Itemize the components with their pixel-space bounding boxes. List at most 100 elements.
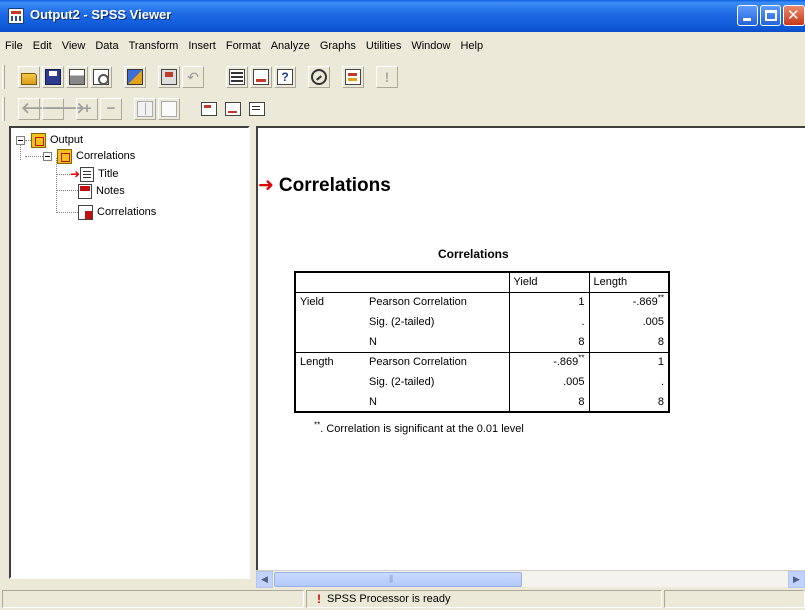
goto-data-button[interactable] bbox=[226, 66, 248, 88]
tree-collapse-correlations[interactable] bbox=[43, 152, 52, 161]
print-button[interactable] bbox=[66, 66, 88, 88]
table-footnote: **. Correlation is significant at the 0.… bbox=[314, 421, 524, 435]
collapse-button[interactable]: − bbox=[100, 98, 122, 120]
menu-format[interactable]: Format bbox=[221, 36, 266, 56]
title-bar[interactable]: Output2 - SPSS Viewer ✕ bbox=[0, 0, 805, 32]
table-row: Sig. (2-tailed) .005 . bbox=[295, 372, 669, 392]
minimize-icon bbox=[743, 18, 751, 21]
promote-icon: 🡐 bbox=[21, 100, 62, 117]
outline-pane[interactable]: Output Correlations ➜ Title Notes Correl… bbox=[9, 126, 250, 579]
standard-toolbar: ↶ ? ! bbox=[0, 62, 805, 92]
tree-label: Title bbox=[98, 168, 119, 180]
insert-heading-button[interactable] bbox=[198, 98, 220, 120]
variables-button[interactable] bbox=[250, 66, 272, 88]
viewer-content: Output Correlations ➜ Title Notes Correl… bbox=[6, 125, 805, 588]
dialog-recall-icon bbox=[161, 69, 177, 85]
menu-graphs[interactable]: Graphs bbox=[315, 36, 361, 56]
print-icon bbox=[69, 69, 85, 85]
insert-title-button[interactable] bbox=[222, 98, 244, 120]
title-icon bbox=[80, 166, 95, 182]
row-variable: Yield bbox=[300, 296, 325, 309]
expand-button[interactable]: + bbox=[76, 98, 98, 120]
horizontal-scrollbar[interactable]: ◀ ▶ bbox=[256, 570, 805, 588]
tree-item-correlations-group[interactable]: Correlations bbox=[57, 148, 135, 164]
pivot-table-icon bbox=[78, 204, 93, 220]
print-preview-button[interactable] bbox=[90, 66, 112, 88]
undo-button[interactable]: ↶ bbox=[182, 66, 204, 88]
demote-button[interactable]: 🡒 bbox=[42, 98, 86, 120]
hide-button[interactable] bbox=[158, 98, 180, 120]
menu-edit[interactable]: Edit bbox=[28, 36, 57, 56]
warning-button[interactable]: ! bbox=[376, 66, 398, 88]
menu-view[interactable]: View bbox=[57, 36, 91, 56]
menu-utilities[interactable]: Utilities bbox=[361, 36, 406, 56]
menu-help[interactable]: Help bbox=[455, 36, 488, 56]
status-cell bbox=[2, 590, 304, 608]
cell-number: -.869 bbox=[632, 296, 658, 309]
minimize-button[interactable] bbox=[737, 5, 758, 26]
tree-item-title[interactable]: ➜ Title bbox=[70, 166, 118, 182]
tree-item-correlations-table[interactable]: Correlations bbox=[78, 204, 156, 220]
row-statistic: N bbox=[365, 332, 509, 353]
promote-button[interactable]: 🡐 bbox=[18, 98, 62, 120]
variable-info-button[interactable]: ? bbox=[274, 66, 296, 88]
toolbar-grip[interactable] bbox=[2, 97, 5, 121]
menu-analyze[interactable]: Analyze bbox=[266, 36, 315, 56]
cell-value: 8 bbox=[508, 392, 589, 412]
show-button[interactable] bbox=[134, 98, 156, 120]
output-contents-pane[interactable]: ➜ Correlations Correlations Yield Length… bbox=[256, 126, 805, 579]
row-variable: Length bbox=[300, 356, 334, 369]
insert-title-icon bbox=[225, 102, 241, 116]
tree-connector bbox=[56, 158, 57, 213]
export-button[interactable] bbox=[124, 66, 146, 88]
insert-text-button[interactable] bbox=[246, 98, 268, 120]
status-cell bbox=[664, 590, 805, 608]
status-bar: ! SPSS Processor is ready bbox=[0, 588, 805, 610]
tree-collapse-output[interactable] bbox=[16, 136, 25, 145]
tree-item-notes[interactable]: Notes bbox=[78, 183, 125, 199]
section-heading[interactable]: ➜ Correlations bbox=[258, 174, 391, 197]
close-button[interactable]: ✕ bbox=[783, 5, 805, 26]
table-row: Length Pearson Correlation -.869** 1 bbox=[295, 352, 669, 372]
spss-app-icon[interactable] bbox=[8, 8, 24, 24]
tree-label: Correlations bbox=[97, 206, 157, 218]
menu-insert[interactable]: Insert bbox=[183, 36, 221, 56]
scroll-left-button[interactable]: ◀ bbox=[256, 571, 273, 588]
table-row: N 8 8 bbox=[295, 392, 669, 412]
toolbar-grip[interactable] bbox=[2, 65, 5, 89]
section-title: Correlations bbox=[278, 174, 391, 196]
row-variable bbox=[295, 332, 365, 353]
open-button[interactable] bbox=[18, 66, 40, 88]
significance-mark: ** bbox=[657, 293, 664, 303]
tree-label: Output bbox=[50, 134, 84, 146]
processor-status-text: SPSS Processor is ready bbox=[327, 593, 451, 605]
designate-window-icon bbox=[345, 69, 361, 85]
correlations-table[interactable]: Yield Length Yield Pearson Correlation 1… bbox=[294, 271, 670, 413]
scroll-right-button[interactable]: ▶ bbox=[788, 571, 805, 588]
dialog-recall-button[interactable] bbox=[158, 66, 180, 88]
demote-icon: 🡒 bbox=[45, 100, 86, 117]
show-icon bbox=[137, 101, 153, 117]
menu-transform[interactable]: Transform bbox=[124, 36, 184, 56]
menu-data[interactable]: Data bbox=[90, 36, 123, 56]
scripts-button[interactable] bbox=[308, 66, 330, 88]
designate-window-button[interactable] bbox=[342, 66, 364, 88]
cell-value: 1 bbox=[588, 352, 669, 372]
hide-icon bbox=[161, 101, 177, 117]
save-button[interactable] bbox=[42, 66, 64, 88]
tree-item-output[interactable]: Output bbox=[31, 132, 83, 148]
maximize-button[interactable] bbox=[760, 5, 781, 26]
cell-value: 8 bbox=[508, 332, 589, 353]
cell-value: .005 bbox=[588, 312, 669, 332]
current-item-arrow-icon: ➜ bbox=[70, 167, 81, 181]
window-title: Output2 - SPSS Viewer bbox=[30, 7, 172, 22]
column-header-yield: Yield bbox=[508, 272, 589, 293]
processor-status: ! SPSS Processor is ready bbox=[306, 590, 662, 608]
chevron-right-icon: ▶ bbox=[793, 574, 800, 584]
variables-icon bbox=[253, 69, 269, 85]
row-statistic: N bbox=[369, 395, 377, 408]
cell-value: -.869** bbox=[588, 292, 669, 312]
menu-window[interactable]: Window bbox=[406, 36, 455, 56]
scroll-thumb[interactable] bbox=[274, 572, 522, 587]
menu-file[interactable]: File bbox=[0, 36, 28, 56]
